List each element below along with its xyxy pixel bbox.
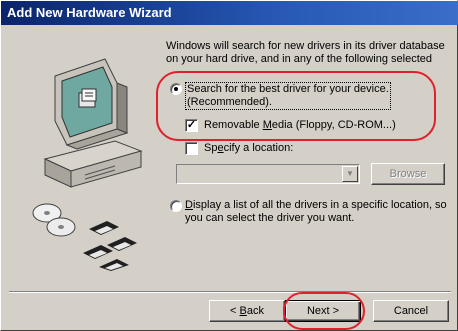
back-button-suffix: ack [246,305,264,317]
search-best-line2: (Recommended). [187,96,272,108]
back-button-prefix: < [230,305,240,317]
computer-base-icon [43,140,143,188]
cd-disc-icon [32,203,76,237]
specify-location-text-suffix: cify a location: [223,142,294,154]
display-list-radio[interactable] [170,200,182,212]
wizard-illustration [32,58,143,271]
next-button[interactable]: Next > [285,300,361,322]
browse-button[interactable]: Browse [371,163,445,185]
display-list-accel: D [185,199,193,211]
search-best-driver-radio[interactable] [170,83,182,95]
specify-location-label[interactable]: Specify a location: [204,142,293,155]
back-button-accel: B [239,305,247,317]
next-button-label: Next > [306,305,340,317]
search-best-driver-label[interactable]: Search for the best driver for your devi… [185,82,435,110]
location-combobox[interactable]: ▼ [176,164,360,184]
button-separator [9,291,451,293]
removable-media-text-suffix: edia (Floppy, CD-ROM...) [271,119,396,131]
cancel-button[interactable]: Cancel [373,300,449,322]
chevron-down-icon[interactable]: ▼ [342,166,358,182]
floppy-disk-icon [83,221,137,271]
title-bar[interactable]: Add New Hardware Wizard [1,1,458,25]
removable-media-label[interactable]: Removable Media (Floppy, CD-ROM...) [204,119,396,132]
window-title: Add New Hardware Wizard [7,5,172,20]
display-list-label[interactable]: Display a list of all the drivers in a s… [185,199,453,225]
specify-location-text-prefix: Sp [204,142,218,154]
back-button[interactable]: < Back [209,300,285,322]
removable-media-checkbox[interactable]: ✓ [185,119,198,132]
search-best-line1: Search for the best driver for your devi… [187,83,389,95]
removable-media-accel: M [262,119,272,131]
removable-media-text-prefix: Removable [204,119,263,131]
wizard-window: Add New Hardware Wizard Windows will sea… [0,0,458,331]
cancel-button-label: Cancel [393,305,429,317]
display-list-line2: you can select the driver you want. [185,212,355,224]
specify-location-checkbox[interactable] [185,142,198,155]
computer-monitor-icon [54,58,129,150]
display-list-line1: isplay a list of all the drivers in a sp… [192,199,447,211]
browse-button-label: Browse [389,168,427,180]
intro-text: Windows will search for new drivers in i… [166,40,445,65]
